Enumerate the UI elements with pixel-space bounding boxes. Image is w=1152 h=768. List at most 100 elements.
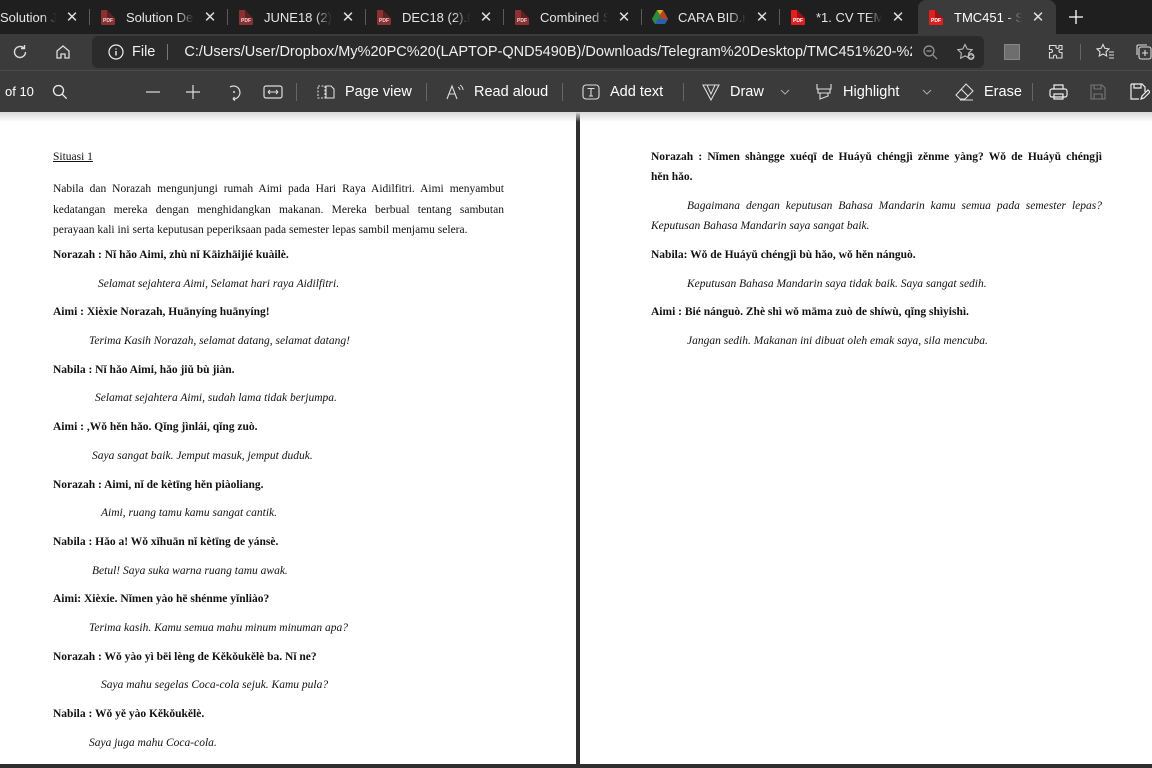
- extensions-button[interactable]: [1040, 34, 1072, 70]
- toolbar-separator: [426, 83, 427, 101]
- dialogue-translation: Keputusan Bahasa Mandarin saya tidak bai…: [687, 278, 987, 290]
- page-view-label: Page view: [345, 83, 412, 100]
- read-aloud-button[interactable]: Read aloud: [446, 71, 548, 112]
- navigation-bar: File C:/Users/User/Dropbox/My%20PC%20(LA…: [0, 34, 1152, 70]
- collections-button[interactable]: [1132, 34, 1152, 70]
- extension-shield-icon: [1004, 44, 1020, 60]
- zoom-out-button[interactable]: [145, 71, 161, 112]
- dialogue-line: Aimi : Xièxie Norazah, Huānyíng huānyíng…: [53, 306, 270, 318]
- dialogue-translation: Saya juga mahu Coca-cola.: [89, 737, 217, 749]
- page-view-icon: [317, 84, 335, 99]
- info-icon[interactable]: [108, 44, 124, 60]
- save-icon: [1090, 83, 1106, 100]
- intro-line: kedatangan mereka dengan menghidangkan m…: [53, 203, 504, 216]
- dialogue-translation: Saya sangat baik. Jemput masuk, jemput d…: [92, 450, 313, 462]
- refresh-button[interactable]: [2, 37, 38, 67]
- browser-tab-active[interactable]: PDF TMC451 - Scr ✕: [918, 0, 1056, 34]
- url-text[interactable]: C:/Users/User/Dropbox/My%20PC%20(LAPTOP-…: [184, 44, 912, 60]
- close-tab-icon[interactable]: ✕: [62, 7, 82, 27]
- browser-tab[interactable]: PDF Solution Dece ✕: [90, 0, 228, 34]
- add-text-label: Add text: [610, 83, 664, 100]
- add-favorite-icon[interactable]: [948, 43, 984, 61]
- dialogue-line: Nabila : Nǐ hǎo Aimi, hǎo jiǔ bù jiàn.: [53, 364, 235, 376]
- fit-width-button[interactable]: [263, 71, 283, 112]
- dialogue-translation: Selamat sejahtera Aimi, Selamat hari ray…: [98, 278, 340, 290]
- favorites-button[interactable]: [1090, 34, 1122, 70]
- draw-button[interactable]: Draw: [702, 71, 764, 112]
- new-tab-button[interactable]: [1056, 0, 1096, 34]
- highlight-options-dropdown[interactable]: [922, 71, 932, 112]
- highlight-icon: [816, 83, 832, 100]
- browser-tab[interactable]: PDF JUNE18 (2).PDF ✕: [228, 0, 366, 34]
- intro-paragraph: Nabila dan Norazah mengunjungi rumah Aim…: [53, 179, 504, 241]
- zoom-in-button[interactable]: [185, 71, 201, 112]
- tab-title: DEC18 (2).PDF: [402, 9, 470, 25]
- tab-title: Solution June: [0, 9, 56, 25]
- browser-tab[interactable]: PDF Combined So ✕: [504, 0, 642, 34]
- refresh-icon: [13, 45, 27, 59]
- home-icon: [56, 45, 70, 59]
- browser-tab[interactable]: PDF DEC18 (2).PDF ✕: [366, 0, 504, 34]
- puzzle-icon: [1048, 44, 1063, 59]
- address-separator: [167, 44, 169, 60]
- dialogue-line: Nabila: Wǒ de Huáyǔ chéngjì bù hǎo, wǒ h…: [651, 249, 916, 261]
- dialogue-translation: Betul! Saya suka warna ruang tamu awak.: [92, 565, 288, 577]
- save-button[interactable]: [1090, 71, 1106, 112]
- page-bottom-edge: [0, 764, 1152, 768]
- tab-title: CARA BID.mp: [678, 9, 746, 25]
- rotate-icon: [229, 84, 241, 101]
- save-as-icon: [1130, 82, 1150, 100]
- read-aloud-label: Read aloud: [474, 83, 549, 100]
- pdf-icon: PDF: [928, 9, 944, 25]
- close-tab-icon[interactable]: ✕: [1028, 7, 1048, 27]
- pdf-viewport[interactable]: Situasi 1 Nabila dan Norazah mengunjungi…: [0, 112, 1152, 768]
- toolbar-separator: [1080, 44, 1081, 60]
- dialogue-line: Aimi : Bié nánguò. Zhè shì wǒ māma zuò d…: [651, 306, 969, 318]
- close-tab-icon[interactable]: ✕: [888, 7, 908, 27]
- page-view-button[interactable]: Page view: [317, 71, 412, 112]
- pdf-icon: PDF: [790, 9, 806, 25]
- favorites-list-icon: [1096, 43, 1114, 59]
- page-count-label: of 10: [5, 84, 34, 99]
- dialogue-line: Norazah : Wǒ yào yì bēi lèng de Kěkǒukěl…: [53, 651, 317, 663]
- home-button[interactable]: [45, 37, 81, 67]
- close-tab-icon[interactable]: ✕: [614, 7, 634, 27]
- fit-width-icon: [263, 84, 283, 99]
- file-scheme-label: File: [132, 44, 156, 60]
- toolbar-separator: [296, 83, 297, 101]
- tab-strip: Solution June ✕ PDF Solution Dece ✕ PDF …: [0, 0, 1152, 34]
- draw-options-dropdown[interactable]: [780, 71, 790, 112]
- close-tab-icon[interactable]: ✕: [752, 7, 772, 27]
- draw-label: Draw: [730, 83, 764, 100]
- rotate-button[interactable]: [225, 71, 243, 112]
- browser-tab[interactable]: CARA BID.mp ✕: [642, 0, 780, 34]
- erase-button[interactable]: Erase: [955, 71, 1022, 112]
- search-icon: [52, 84, 68, 99]
- dialogue-translation: Selamat sejahtera Aimi, sudah lama tidak…: [95, 392, 337, 404]
- close-tab-icon[interactable]: ✕: [338, 7, 358, 27]
- add-text-icon: [582, 83, 600, 100]
- dialogue-line: Norazah : Nǐmen shàngge xuéqī de Huáyǔ c…: [651, 151, 1102, 163]
- close-tab-icon[interactable]: ✕: [476, 7, 496, 27]
- close-tab-icon[interactable]: ✕: [200, 7, 220, 27]
- browser-tab[interactable]: Solution June ✕: [0, 0, 90, 34]
- extension-button[interactable]: [998, 34, 1026, 70]
- dialogue-translation: Terima Kasih Norazah, selamat datang, se…: [89, 335, 350, 347]
- add-text-button[interactable]: Add text: [582, 71, 663, 112]
- toolbar-separator: [1032, 83, 1033, 101]
- print-icon: [1049, 83, 1068, 100]
- dialogue-line: Nabila : Wǒ yě yào Kěkǒukělè.: [53, 708, 205, 720]
- save-as-button[interactable]: [1130, 71, 1150, 112]
- chevron-down-icon: [922, 89, 932, 95]
- pdf-icon: PDF: [514, 9, 530, 25]
- browser-tab[interactable]: PDF *1. CV TEMPL ✕: [780, 0, 916, 34]
- print-button[interactable]: [1049, 71, 1068, 112]
- dialogue-translation: Terima kasih. Kamu semua mahu minum minu…: [89, 622, 348, 634]
- intro-line: Nabila dan Norazah mengunjungi rumah Aim…: [53, 183, 504, 195]
- plus-icon: [1069, 10, 1083, 24]
- highlight-button[interactable]: Highlight: [815, 71, 899, 112]
- zoom-out-icon[interactable]: [912, 44, 948, 60]
- find-button[interactable]: [52, 71, 68, 112]
- read-aloud-icon: [446, 83, 464, 99]
- address-bar[interactable]: File C:/Users/User/Dropbox/My%20PC%20(LA…: [92, 36, 984, 68]
